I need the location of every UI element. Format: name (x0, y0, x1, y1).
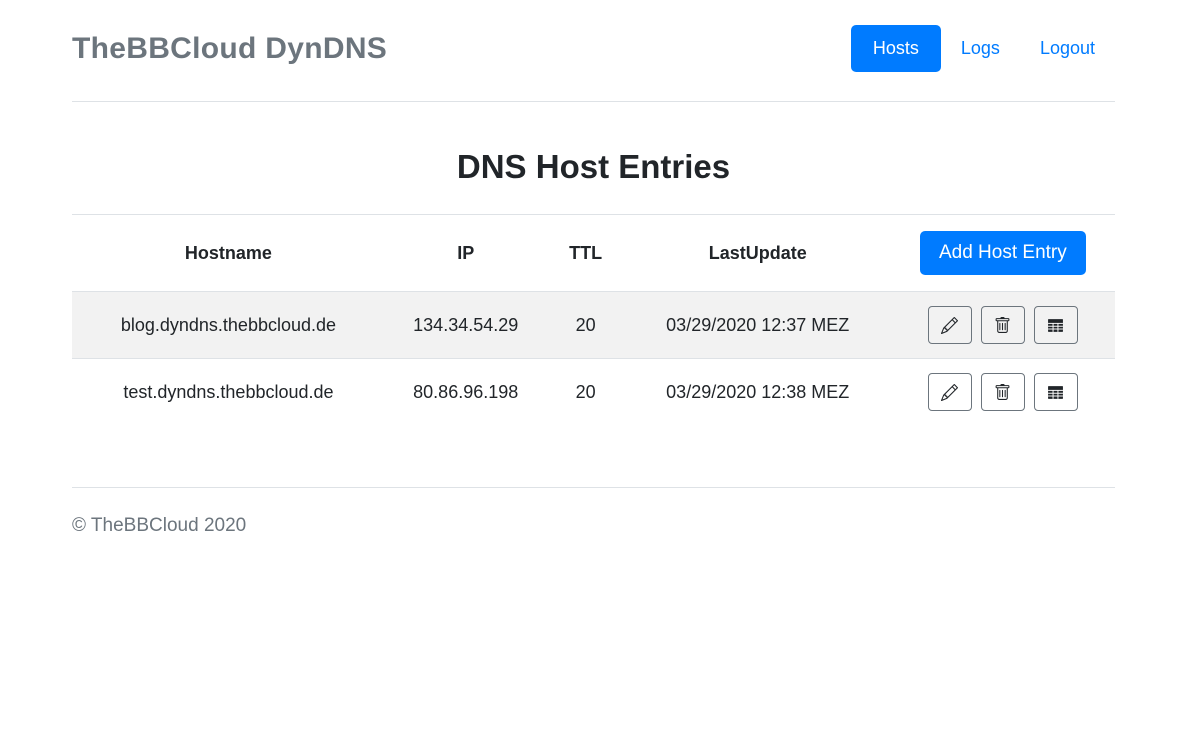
actions-cell (891, 359, 1115, 426)
lastupdate-cell: 03/29/2020 12:38 MEZ (625, 359, 891, 426)
add-host-entry-button[interactable]: Add Host Entry (920, 231, 1086, 275)
details-button[interactable] (1034, 373, 1078, 411)
table-icon (1047, 317, 1064, 334)
copyright-text: © TheBBCloud 2020 (72, 515, 1115, 537)
dns-host-table: Hostname IP TTL LastUpdate Add Host Entr… (72, 214, 1115, 425)
page-title: DNS Host Entries (72, 148, 1115, 186)
site-header: TheBBCloud DynDNS Hosts Logs Logout (72, 0, 1115, 101)
details-button[interactable] (1034, 306, 1078, 344)
nav-tab-hosts[interactable]: Hosts (851, 25, 941, 72)
site-footer: © TheBBCloud 2020 (72, 515, 1115, 537)
delete-button[interactable] (981, 373, 1025, 411)
column-header-lastupdate: LastUpdate (625, 215, 891, 292)
pencil-icon (941, 384, 958, 401)
edit-button[interactable] (928, 373, 972, 411)
page-container: TheBBCloud DynDNS Hosts Logs Logout DNS … (72, 0, 1115, 537)
nav-tab-logs[interactable]: Logs (941, 25, 1020, 72)
brand-title: TheBBCloud DynDNS (72, 32, 387, 66)
trash-icon (994, 317, 1011, 334)
hostname-cell: blog.dyndns.thebbcloud.de (72, 292, 385, 359)
column-header-hostname: Hostname (72, 215, 385, 292)
table-row: test.dyndns.thebbcloud.de 80.86.96.198 2… (72, 359, 1115, 426)
main-nav: Hosts Logs Logout (851, 25, 1115, 72)
table-icon (1047, 384, 1064, 401)
hostname-cell: test.dyndns.thebbcloud.de (72, 359, 385, 426)
pencil-icon (941, 317, 958, 334)
ttl-cell: 20 (547, 359, 625, 426)
main-content: DNS Host Entries Hostname IP TTL LastUpd… (72, 148, 1115, 488)
delete-button[interactable] (981, 306, 1025, 344)
column-header-ip: IP (385, 215, 547, 292)
table-header-row: Hostname IP TTL LastUpdate Add Host Entr… (72, 215, 1115, 292)
header-divider (72, 101, 1115, 102)
nav-tab-logout[interactable]: Logout (1020, 25, 1115, 72)
footer-divider (72, 487, 1115, 488)
table-row: blog.dyndns.thebbcloud.de 134.34.54.29 2… (72, 292, 1115, 359)
ip-cell: 134.34.54.29 (385, 292, 547, 359)
actions-cell (891, 292, 1115, 359)
column-header-ttl: TTL (547, 215, 625, 292)
ttl-cell: 20 (547, 292, 625, 359)
trash-icon (994, 384, 1011, 401)
column-header-actions: Add Host Entry (891, 215, 1115, 292)
edit-button[interactable] (928, 306, 972, 344)
ip-cell: 80.86.96.198 (385, 359, 547, 426)
lastupdate-cell: 03/29/2020 12:37 MEZ (625, 292, 891, 359)
